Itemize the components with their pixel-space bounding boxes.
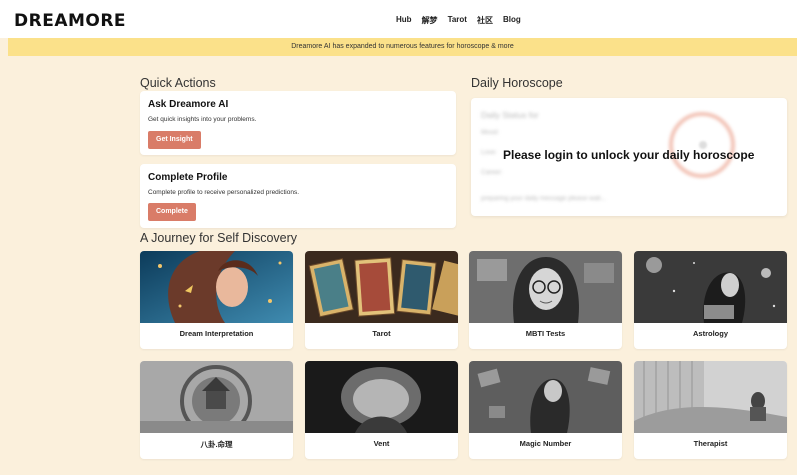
mbti-portrait-image [469,251,622,323]
tile-astrology[interactable]: Astrology [634,251,787,349]
complete-profile-card: Complete Profile Complete profile to rec… [140,164,456,228]
get-insight-button[interactable]: Get Insight [148,131,201,149]
tile-label: Vent [373,439,390,448]
complete-button[interactable]: Complete [148,203,196,221]
tile-label: Tarot [372,329,391,338]
tile-magic-number[interactable]: Magic Number [469,361,622,459]
ask-ai-card-title: Ask Dreamore AI [148,99,229,110]
tile-bagua[interactable]: 八卦.命理 [140,361,293,459]
ask-ai-card: Ask Dreamore AI Get quick insights into … [140,91,456,155]
horoscope-blurred-line: preparing your daily message please wait… [481,195,607,202]
dream-woman-image [140,251,293,323]
quick-actions-title: Quick Actions [140,76,216,90]
tile-label: Dream Interpretation [179,329,254,338]
horoscope-blurred-line: Love: [481,149,497,156]
tile-mbti-tests[interactable]: MBTI Tests [469,251,622,349]
astrology-woman-image [634,251,787,323]
tile-label: MBTI Tests [525,329,566,338]
login-required-message: Please login to unlock your daily horosc… [503,148,755,162]
main-nav: Hub 解梦 Tarot 社区 Blog [396,15,521,26]
complete-profile-card-description: Complete profile to receive personalized… [148,189,300,196]
vent-cave-image [305,361,458,433]
tile-label: 八卦.命理 [200,440,233,449]
tile-label: Astrology [692,329,728,338]
top-navigation-bar: DREAMORE Hub 解梦 Tarot 社区 Blog [0,0,797,38]
daily-horoscope-title: Daily Horoscope [471,76,563,90]
tile-label: Magic Number [519,439,572,448]
nav-item-hub[interactable]: Hub [396,15,412,26]
announcement-banner: Dreamore AI has expanded to numerous fea… [8,38,797,56]
nav-item-blog[interactable]: Blog [503,15,521,26]
nav-item-tarot[interactable]: Tarot [448,15,467,26]
journey-title: A Journey for Self Discovery [140,231,298,245]
nav-item-community[interactable]: 社区 [477,15,493,26]
therapist-room-image [634,361,787,433]
daily-horoscope-card[interactable]: Daily Status for Mood: Love: Career: pre… [471,98,787,216]
horoscope-blurred-line: Mood: [481,129,500,136]
tarot-cards-image [305,251,458,323]
nav-item-dream[interactable]: 解梦 [422,15,438,26]
dreamore-logo[interactable]: DREAMORE [14,11,126,31]
tile-tarot[interactable]: Tarot [305,251,458,349]
tile-vent[interactable]: Vent [305,361,458,459]
tile-therapist[interactable]: Therapist [634,361,787,459]
tile-label: Therapist [693,439,728,448]
complete-profile-card-title: Complete Profile [148,172,228,183]
tile-dream-interpretation[interactable]: Dream Interpretation [140,251,293,349]
magic-number-image [469,361,622,433]
ask-ai-card-description: Get quick insights into your problems. [148,116,257,123]
bagua-compass-image [140,361,293,433]
horoscope-blurred-line: Career: [481,169,503,176]
horoscope-blurred-heading: Daily Status for [481,110,539,120]
